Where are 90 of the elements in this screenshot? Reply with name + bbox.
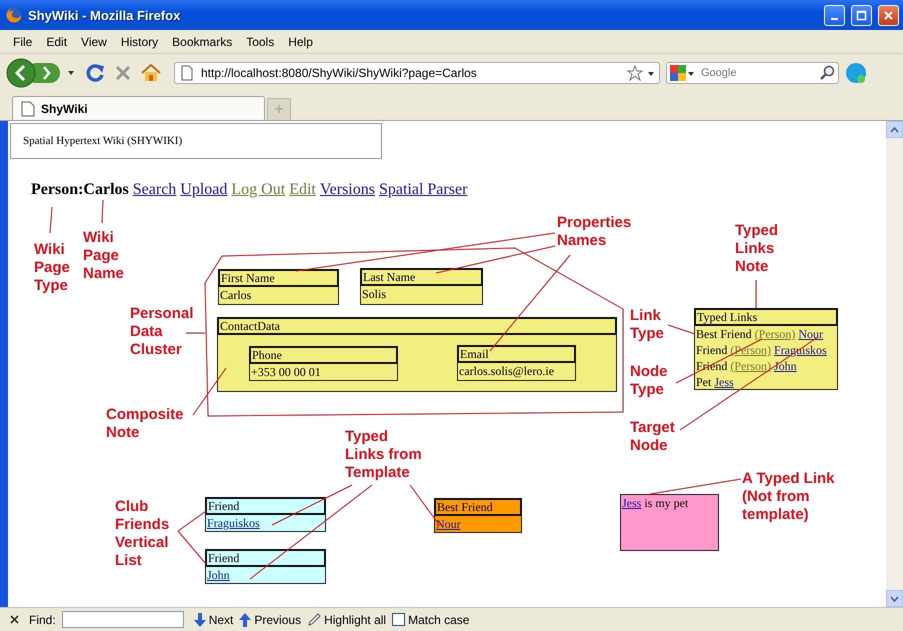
maximize-button[interactable]	[851, 4, 872, 26]
nav-link[interactable]: Search	[132, 181, 176, 199]
note-header: Friend	[205, 497, 326, 515]
nav-link[interactable]: Spatial Parser	[378, 181, 468, 199]
window-title: ShyWiki - Mozilla Firefox	[28, 8, 182, 22]
annotation-label: Club Friends Vertical List	[115, 498, 170, 570]
note-header: ContactData	[217, 317, 617, 335]
scroll-down-button[interactable]	[886, 590, 903, 607]
annotation-label: Wiki Page Type	[34, 241, 70, 295]
link-type: Friend	[696, 343, 728, 357]
annotation-label: Wiki Page Name	[83, 229, 124, 283]
annotation-label: Node Type	[630, 363, 668, 399]
annotation-label: Target Node	[630, 419, 675, 455]
close-icon	[10, 615, 19, 624]
app-icon	[6, 7, 22, 23]
menu-item[interactable]: Bookmarks	[165, 34, 240, 48]
note-link[interactable]: John	[207, 568, 230, 582]
note-link[interactable]: Jess	[622, 496, 642, 510]
nav-link[interactable]: Edit	[289, 181, 316, 199]
leader-line	[668, 324, 696, 334]
menu-item[interactable]: File	[6, 34, 40, 48]
note-header: Email	[457, 345, 576, 363]
annotation-label: Properties Names	[557, 214, 632, 250]
plus-icon	[274, 104, 284, 114]
minimize-button[interactable]	[824, 4, 845, 26]
home-icon[interactable]	[140, 62, 162, 84]
menu-item[interactable]: View	[74, 34, 114, 48]
note-header: Typed Links	[694, 308, 838, 326]
match-case-checkbox[interactable]: Match case	[392, 612, 470, 626]
highlight-all-button[interactable]: Highlight all	[307, 612, 386, 626]
nav-link[interactable]: Versions	[320, 181, 375, 199]
search-engine-icon[interactable]	[670, 65, 696, 81]
node-type-link[interactable]: (Person)	[754, 327, 796, 341]
browser-tab[interactable]: ShyWiki	[12, 96, 265, 120]
up-arrow-icon	[239, 612, 252, 626]
menu-item[interactable]: Tools	[239, 34, 282, 48]
address-field[interactable]: http://localhost:8080/ShyWiki/ShyWiki?page=Carlos	[199, 65, 623, 81]
note-header: First Name	[218, 269, 339, 287]
scroll-up-button[interactable]	[886, 121, 903, 138]
target-link[interactable]: Jess	[714, 375, 734, 389]
target-link[interactable]: John	[774, 359, 797, 373]
annotation-label: Link Type	[630, 307, 664, 343]
pen-icon	[307, 612, 322, 626]
reload-icon[interactable]	[84, 62, 106, 84]
nav-link[interactable]: Log Out	[231, 181, 286, 199]
note-value: Solis	[362, 287, 386, 301]
search-bar[interactable]: Google	[666, 62, 839, 84]
menu-item[interactable]: History	[114, 34, 166, 48]
find-label: Find:	[29, 612, 56, 626]
annotation-label: Typed Links Note	[735, 222, 778, 276]
star-icon[interactable]	[627, 65, 643, 81]
page-title: Person:Carlos	[31, 181, 129, 199]
minimize-icon	[831, 18, 838, 20]
page-icon	[21, 100, 35, 116]
annotation-label: Personal Data Cluster	[130, 305, 194, 359]
close-icon	[883, 10, 894, 20]
next-button[interactable]: Next	[194, 612, 234, 626]
leader-line	[186, 332, 206, 334]
leader-line	[102, 200, 104, 224]
link-type: Best Friend	[696, 327, 752, 341]
note-value: carlos.solis@lero.ie	[459, 364, 554, 378]
nav-link[interactable]: Upload	[180, 181, 228, 199]
note-header: Friend	[205, 549, 326, 567]
leader-line	[50, 206, 52, 234]
note-link[interactable]: Fraguiskos	[207, 516, 260, 530]
leader-line	[192, 368, 226, 416]
node-type-link[interactable]: (Person)	[730, 359, 772, 373]
note-text: is my pet	[644, 496, 688, 510]
maximize-icon	[856, 10, 867, 20]
note-value: Carlos	[220, 288, 252, 302]
annotation-label: Typed Links from Template	[345, 428, 422, 482]
close-button[interactable]	[878, 4, 899, 26]
target-link[interactable]: Nour	[798, 327, 824, 341]
page-icon	[179, 65, 195, 81]
menu-item[interactable]: Edit	[39, 34, 74, 48]
wiki-banner: Spatial Hypertext Wiki (SHYWIKI)	[10, 123, 382, 159]
note-link[interactable]: Nour	[436, 517, 461, 531]
note-value: +353 00 00 01	[251, 365, 321, 379]
down-arrow-icon	[194, 612, 206, 626]
address-bar[interactable]: http://localhost:8080/ShyWiki/ShyWiki?page=Carlos	[174, 62, 660, 84]
note-header: Best Friend	[434, 498, 522, 516]
previous-button[interactable]: Previous	[239, 612, 302, 626]
menu-item[interactable]: Help	[281, 34, 320, 48]
find-field[interactable]	[62, 611, 184, 628]
annotation-label: Composite Note	[106, 406, 184, 442]
note-header: Phone	[249, 346, 398, 364]
annotation-label: A Typed Link (Not from template)	[742, 470, 835, 524]
link-type: Pet	[696, 375, 712, 389]
search-icon[interactable]	[819, 65, 835, 81]
note-header: Last Name	[360, 268, 483, 286]
